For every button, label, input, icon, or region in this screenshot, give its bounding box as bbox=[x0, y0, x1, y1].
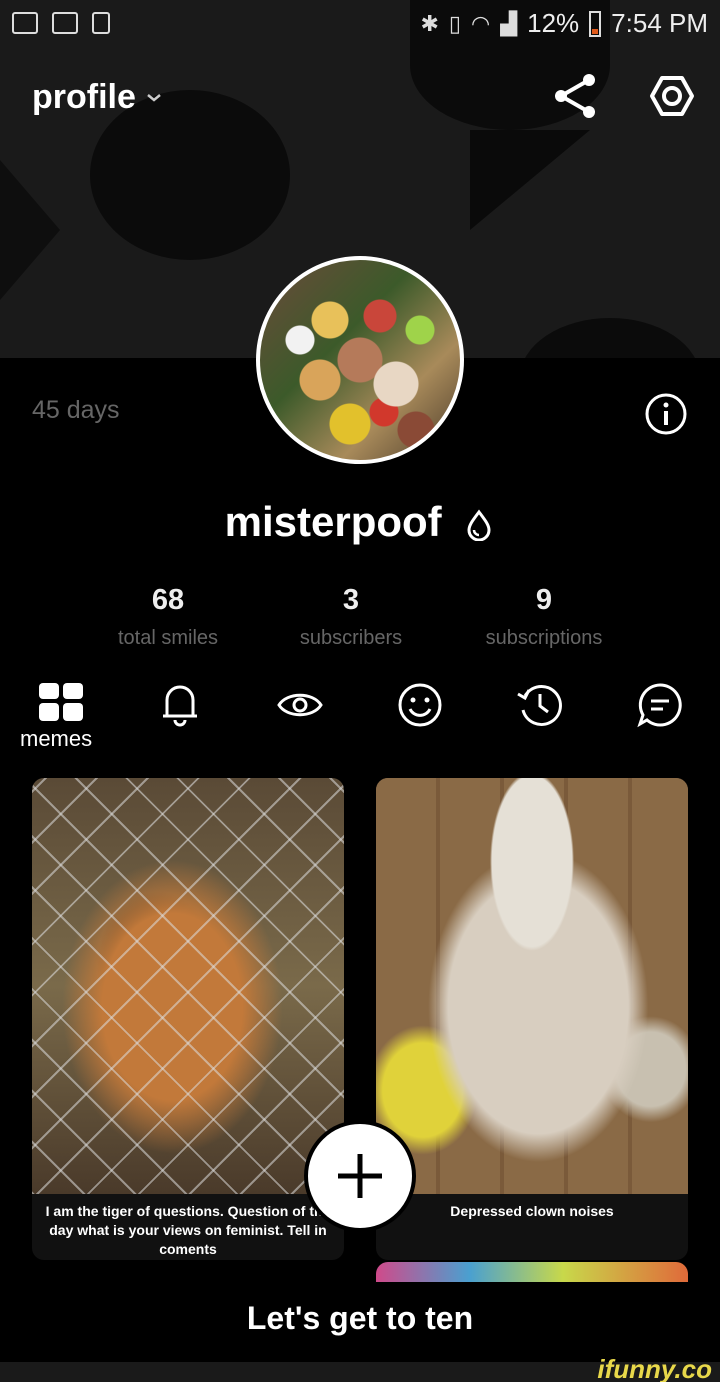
username: misterpoof bbox=[224, 498, 442, 545]
settings-button[interactable] bbox=[648, 72, 696, 120]
stat-subscriptions[interactable]: 9 subscriptions bbox=[444, 584, 644, 650]
wifi-icon: ◠ bbox=[471, 10, 491, 36]
image-icon bbox=[52, 12, 78, 34]
stat-value: 68 bbox=[151, 584, 185, 616]
cover-shape bbox=[470, 130, 590, 230]
battery-percent: 12% bbox=[527, 8, 580, 38]
meme-caption: Depressed clown noises bbox=[450, 1203, 614, 1219]
profile-tabs bbox=[0, 680, 720, 756]
meme-image bbox=[32, 778, 344, 1194]
signal-icon: ▟ bbox=[500, 10, 518, 36]
water-drop-icon bbox=[467, 509, 491, 541]
history-icon bbox=[517, 685, 562, 726]
watermark: ifunny.co bbox=[597, 1354, 712, 1382]
share-icon bbox=[555, 74, 595, 118]
tab-smiled[interactable] bbox=[395, 680, 445, 730]
account-age: 45 days bbox=[32, 396, 120, 424]
grid-icon bbox=[39, 683, 83, 721]
stat-value: 9 bbox=[535, 584, 553, 616]
plus-icon bbox=[338, 1154, 382, 1198]
stat-total-smiles: 68 total smiles bbox=[68, 584, 268, 650]
smile-icon bbox=[398, 683, 442, 727]
meme-image bbox=[376, 778, 688, 1194]
username-row: misterpoof bbox=[0, 498, 720, 546]
bell-icon bbox=[163, 685, 197, 727]
clock: 7:54 PM bbox=[611, 8, 708, 38]
meme-card[interactable]: Depressed clown noises bbox=[376, 778, 688, 1260]
voicemail-icon bbox=[12, 12, 38, 34]
meme-caption: I am the tiger of questions. Question of… bbox=[45, 1203, 331, 1257]
tab-memes[interactable] bbox=[36, 680, 86, 730]
settings-icon bbox=[650, 76, 694, 116]
tab-memes-label: memes bbox=[20, 726, 93, 751]
image-caption: Let's get to ten bbox=[246, 1300, 474, 1336]
cover-shape bbox=[0, 160, 60, 300]
tab-comments[interactable] bbox=[635, 680, 685, 730]
sim-icon bbox=[92, 12, 110, 34]
stat-value: 3 bbox=[342, 584, 360, 616]
comment-icon bbox=[637, 683, 682, 728]
battery-icon bbox=[589, 10, 602, 37]
chevron-down-icon bbox=[147, 93, 161, 102]
stat-subscribers[interactable]: 3 subscribers bbox=[251, 584, 451, 650]
tab-notifications[interactable] bbox=[155, 680, 205, 730]
stat-label: subscriptions bbox=[485, 627, 603, 649]
tab-history[interactable] bbox=[515, 680, 565, 730]
status-bar: ✱ ▯ ◠ ▟ 12% 7:54 PM bbox=[0, 0, 720, 48]
share-button[interactable] bbox=[553, 72, 599, 120]
eye-icon bbox=[277, 693, 323, 717]
stat-label: total smiles bbox=[117, 627, 219, 649]
profile-switcher[interactable]: profile bbox=[32, 78, 162, 117]
info-icon bbox=[645, 393, 687, 435]
bluetooth-icon: ✱ bbox=[420, 10, 439, 36]
avatar[interactable] bbox=[256, 256, 464, 464]
add-meme-button[interactable] bbox=[304, 1120, 416, 1232]
page-title: profile bbox=[32, 78, 136, 116]
meme-card[interactable]: I am the tiger of questions. Question of… bbox=[32, 778, 344, 1260]
cover-shape bbox=[520, 318, 700, 358]
meme-card-partial[interactable] bbox=[376, 1262, 688, 1282]
vibrate-icon: ▯ bbox=[448, 10, 461, 36]
tab-viewed[interactable] bbox=[275, 680, 325, 730]
stat-label: subscribers bbox=[299, 627, 403, 649]
info-button[interactable] bbox=[644, 392, 688, 436]
